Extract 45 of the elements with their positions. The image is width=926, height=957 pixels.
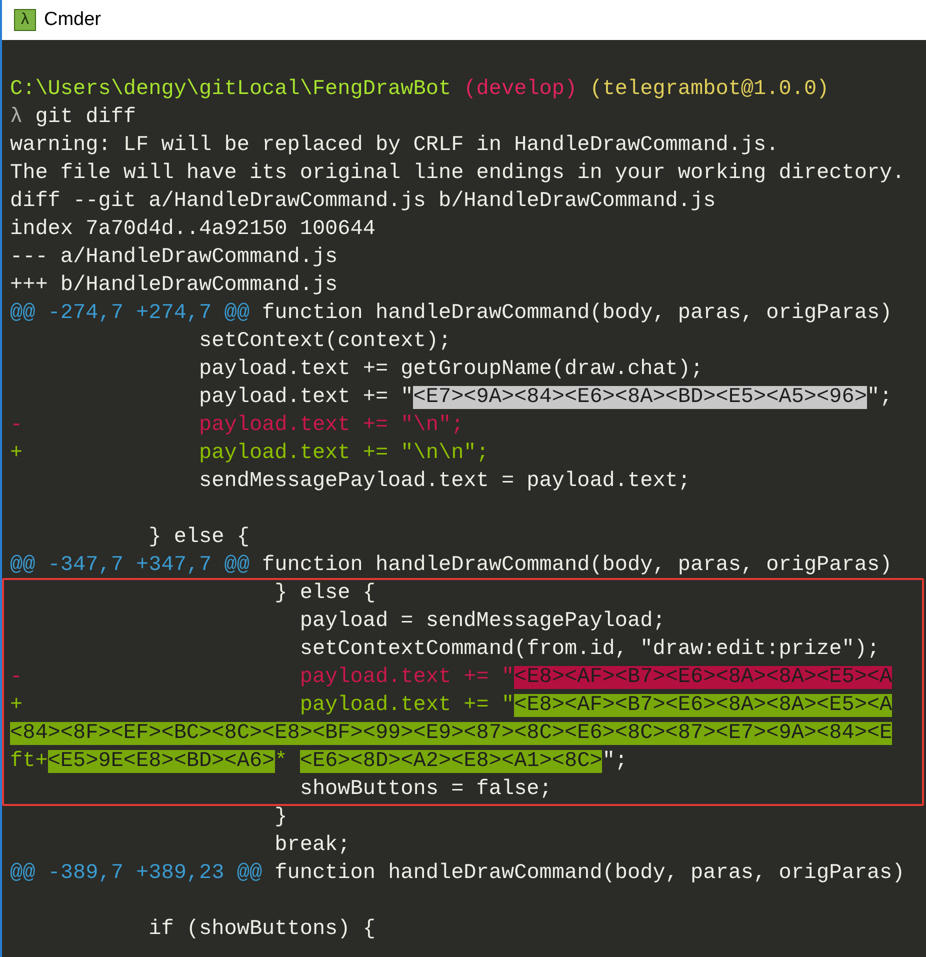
package-version: (telegrambot@1.0.0): [588, 78, 830, 101]
added-code: + payload.text += ": [10, 694, 514, 717]
added-code: ft+: [10, 750, 48, 773]
code-text: sendMessagePayload.text = payload.text;: [198, 470, 691, 493]
code-text: showButtons = false;: [298, 778, 552, 801]
added-code: *: [274, 750, 288, 773]
prompt-symbol: λ: [10, 106, 23, 129]
hunk-header: @@ -347,7 +347,7 @@: [10, 554, 250, 577]
app-icon: λ: [14, 9, 36, 31]
code-text: The file will have its original line endings in your working directory.: [10, 162, 905, 185]
code-text: ";: [866, 386, 892, 409]
removed-highlight: <E8><AF><B7><E6><8A><8A><E5><A: [514, 666, 892, 689]
added-code: + payload.text += "\n\n";: [10, 442, 489, 465]
code-text: git diff: [34, 106, 136, 129]
code-text: function handleDrawCommand(body, paras, origParas): [261, 302, 892, 325]
code-text: index 7a70d4d..4a92150 100644: [10, 218, 376, 241]
code-text: setContext(context);: [198, 330, 452, 353]
code-text: break;: [274, 834, 350, 857]
code-text: --- a/HandleDrawCommand.js: [10, 246, 338, 269]
code-text: +++ b/HandleDrawCommand.js: [10, 274, 338, 297]
code-text: setContextCommand(from.id, "draw:edit:prize");: [298, 638, 880, 661]
prompt-path: C:\Users\dengy\gitLocal\FengDrawBot: [10, 78, 452, 101]
removed-code: - payload.text += ": [10, 666, 514, 689]
code-text: warning: LF will be replaced by CRLF in HandleDrawCommand.js.: [10, 134, 779, 157]
hunk-header: @@ -274,7 +274,7 @@: [10, 302, 250, 325]
git-branch: (develop): [462, 78, 578, 101]
hunk-header: @@ -389,7 +389,23 @@: [10, 862, 262, 885]
added-highlight: <E8><AF><B7><E6><8A><8A><E5><A: [514, 694, 892, 717]
code-text: payload.text += ": [198, 386, 414, 409]
code-text: if (showButtons) {: [148, 918, 376, 941]
code-text: } else {: [148, 526, 250, 549]
window-title: Cmder: [44, 8, 102, 32]
code-text: function handleDrawCommand(body, paras, origParas): [274, 862, 905, 885]
added-highlight: <84><8F><EF><BC><8C><E8><BF><99><E9><87><8C><E6><8C><87><E7><9A><84><E: [10, 722, 892, 745]
code-text: payload = sendMessagePayload;: [298, 610, 666, 633]
code-text: function handleDrawCommand(body, paras, origParas): [261, 554, 892, 577]
removed-code: - payload.text += "\n";: [10, 414, 464, 437]
code-text: diff --git a/HandleDrawCommand.js b/HandleDrawCommand.js: [10, 190, 716, 213]
added-highlight: <E5>9E<E8><BD><A6>: [48, 750, 275, 773]
code-text: payload.text += getGroupName(draw.chat);: [198, 358, 704, 381]
code-text: }: [274, 806, 288, 829]
code-text: } else {: [274, 582, 376, 605]
code-text: ";: [602, 750, 628, 773]
highlighted-text: <E7><9A><84><E6><8A><BD><E5><A5><96>: [413, 386, 867, 409]
added-highlight: <E6><8D><A2><E8><A1><8C>: [300, 750, 602, 773]
